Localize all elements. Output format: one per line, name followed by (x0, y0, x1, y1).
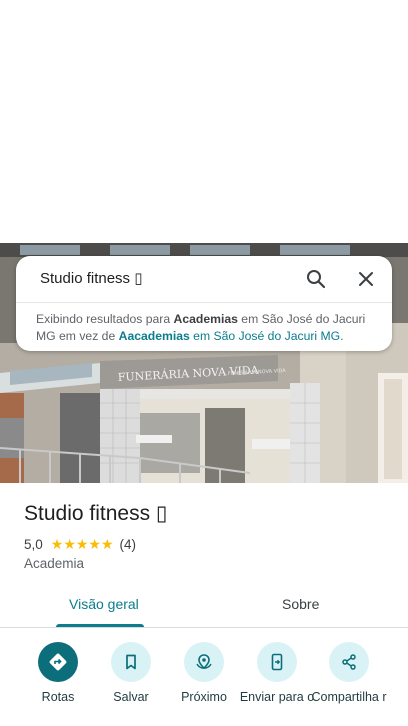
search-card: Studio fitness ▯ Exibindo resultados par… (16, 256, 392, 351)
tab-about[interactable]: Sobre (282, 596, 319, 612)
review-count: (4) (119, 537, 137, 552)
note-prefix: Exibindo resultados para (36, 312, 174, 326)
original-term-link[interactable]: Aacademias (119, 329, 190, 343)
nearby-icon (184, 642, 224, 682)
rating-row[interactable]: 5,0 ★★★★★ (4) (24, 536, 136, 553)
bookmark-icon (111, 642, 151, 682)
search-bar[interactable]: Studio fitness ▯ (16, 256, 392, 302)
place-category: Academia (24, 556, 85, 571)
send-to-phone-label: Enviar para o (239, 690, 315, 704)
directions-button[interactable]: Rotas (18, 642, 98, 705)
tab-bar: Visão geral Sobre (0, 584, 408, 628)
share-button[interactable]: Compartilha r (309, 642, 389, 705)
nearby-label: Próximo (181, 690, 227, 704)
save-label: Salvar (113, 690, 149, 704)
share-label: Compartilha r (311, 690, 387, 704)
directions-icon (38, 642, 78, 682)
directions-label: Rotas (41, 690, 75, 704)
star-rating-icon: ★★★★★ (50, 536, 114, 552)
place-title: Studio fitness ▯ (24, 502, 168, 525)
note-suffix: . (340, 329, 344, 343)
divider (16, 302, 392, 303)
original-location-link[interactable]: em São José do Jacuri MG (190, 329, 340, 343)
send-to-phone-icon (257, 642, 297, 682)
share-icon (329, 642, 369, 682)
search-correction-note: Exibindo resultados para Academias em Sã… (36, 311, 381, 345)
rating-value: 5,0 (24, 537, 43, 552)
tab-overview[interactable]: Visão geral (69, 596, 139, 612)
search-input[interactable]: Studio fitness ▯ (40, 269, 142, 287)
save-button[interactable]: Salvar (91, 642, 171, 705)
nearby-button[interactable]: Próximo (164, 642, 244, 705)
corrected-term: Academias (173, 312, 238, 326)
search-icon[interactable] (304, 267, 328, 291)
divider (0, 627, 408, 628)
send-to-phone-button[interactable]: Enviar para o (237, 642, 317, 705)
close-icon[interactable] (354, 267, 378, 291)
